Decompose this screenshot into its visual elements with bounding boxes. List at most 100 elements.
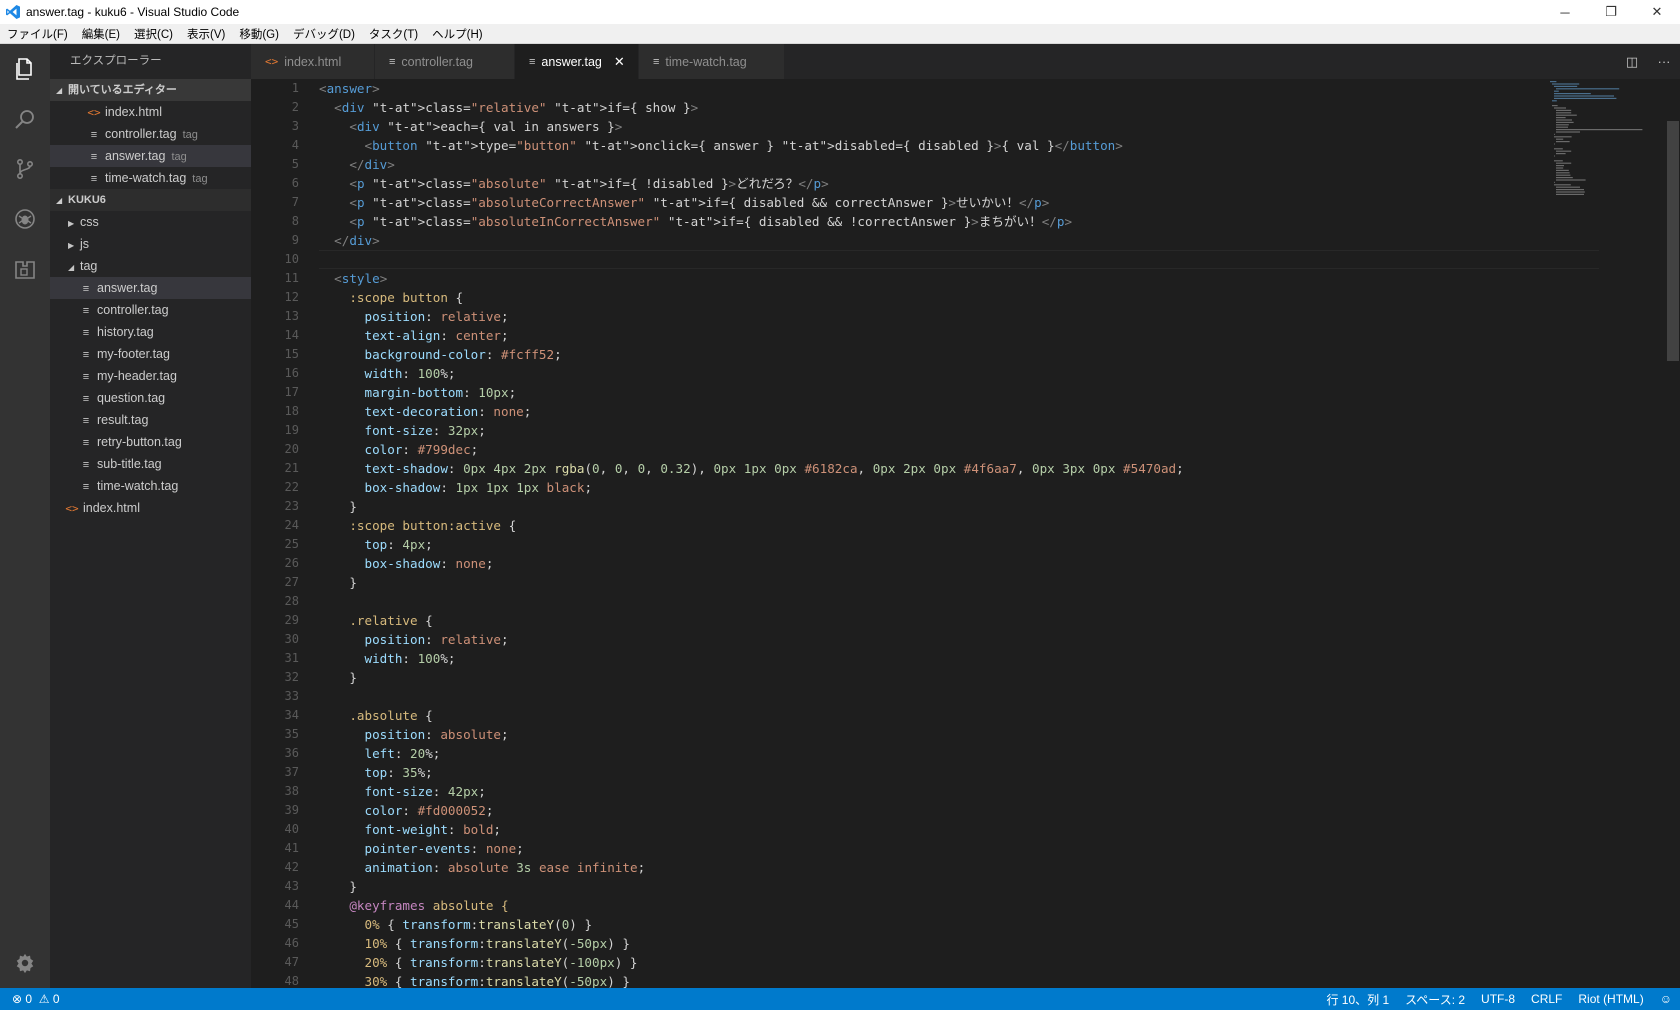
language-mode[interactable]: Riot (HTML) [1570, 992, 1651, 1006]
tab-index-html[interactable]: <> index.html [251, 44, 375, 79]
code-line[interactable]: <div "t-at">each={ val in answers }> [319, 117, 1599, 136]
code-line[interactable]: } [319, 573, 1599, 592]
file-item[interactable]: ≡ history.tag [50, 321, 251, 343]
explorer-icon[interactable] [0, 44, 50, 94]
cursor-position[interactable]: 行 10、列 1 [1318, 991, 1397, 1008]
tab-answer-tag[interactable]: ≡ answer.tag ✕ [515, 44, 639, 79]
code-line[interactable] [319, 687, 1599, 706]
folder-css[interactable]: ▶ css [50, 211, 251, 233]
code-line[interactable] [319, 592, 1599, 611]
menu-debug[interactable]: デバッグ(D) [286, 26, 362, 42]
open-editor-item-active[interactable]: ≡ answer.tag tag [50, 145, 251, 167]
code-line[interactable]: <p "t-at">class="absoluteInCorrectAnswer… [319, 212, 1599, 231]
code-line[interactable]: 0% { transform:translateY(0) } [319, 915, 1599, 934]
vertical-scrollbar[interactable] [1666, 79, 1680, 988]
code-line[interactable]: text-shadow: 0px 4px 2px rgba(0, 0, 0, 0… [319, 459, 1599, 478]
file-item[interactable]: ≡ my-footer.tag [50, 343, 251, 365]
code-line[interactable]: </div> [319, 155, 1599, 174]
open-editor-item[interactable]: ≡ time-watch.tag tag [50, 167, 251, 189]
settings-gear-icon[interactable] [0, 938, 50, 988]
code-line[interactable]: box-shadow: 1px 1px 1px black; [319, 478, 1599, 497]
code-line[interactable]: animation: absolute 3s ease infinite; [319, 858, 1599, 877]
code-line[interactable]: color: #799dec; [319, 440, 1599, 459]
encoding[interactable]: UTF-8 [1473, 992, 1523, 1006]
minimap[interactable] [1546, 79, 1666, 988]
code-line[interactable]: } [319, 668, 1599, 687]
code-line[interactable]: 20% { transform:translateY(-100px) } [319, 953, 1599, 972]
code-line[interactable]: <p "t-at">class="absolute" "t-at">if={ !… [319, 174, 1599, 193]
code-line[interactable]: } [319, 497, 1599, 516]
folder-tag[interactable]: ◢ tag [50, 255, 251, 277]
code-line[interactable]: top: 4px; [319, 535, 1599, 554]
menu-tasks[interactable]: タスク(T) [362, 26, 425, 42]
file-item[interactable]: ≡ retry-button.tag [50, 431, 251, 453]
close-window-icon[interactable]: ✕ [1634, 0, 1680, 24]
file-item[interactable]: ≡ question.tag [50, 387, 251, 409]
code-line[interactable]: position: absolute; [319, 725, 1599, 744]
indentation[interactable]: スペース: 2 [1397, 991, 1473, 1008]
code-line[interactable]: text-decoration: none; [319, 402, 1599, 421]
menu-selection[interactable]: 選択(C) [127, 26, 180, 42]
menu-go[interactable]: 移動(G) [232, 26, 286, 42]
search-icon[interactable] [0, 94, 50, 144]
code-line[interactable]: 30% { transform:translateY(-50px) } [319, 972, 1599, 988]
code-line[interactable]: .relative { [319, 611, 1599, 630]
menu-help[interactable]: ヘルプ(H) [425, 26, 489, 42]
code-line[interactable]: .absolute { [319, 706, 1599, 725]
open-editor-item[interactable]: ≡ controller.tag tag [50, 123, 251, 145]
code-line[interactable]: <style> [319, 269, 1599, 288]
feedback-smiley-icon[interactable]: ☺ [1652, 992, 1680, 1006]
code-line[interactable]: :scope button { [319, 288, 1599, 307]
code-line[interactable]: color: #fd000052; [319, 801, 1599, 820]
menu-view[interactable]: 表示(V) [180, 26, 232, 42]
code-line[interactable]: position: relative; [319, 630, 1599, 649]
file-item[interactable]: ≡ my-header.tag [50, 365, 251, 387]
open-editors-header[interactable]: ◢ 開いているエディター [50, 79, 251, 101]
source-control-icon[interactable] [0, 144, 50, 194]
code-line[interactable]: margin-bottom: 10px; [319, 383, 1599, 402]
code-line[interactable]: box-shadow: none; [319, 554, 1599, 573]
code-line[interactable]: <p "t-at">class="absoluteCorrectAnswer" … [319, 193, 1599, 212]
code-line[interactable]: position: relative; [319, 307, 1599, 326]
code-line[interactable]: width: 100%; [319, 649, 1599, 668]
folder-js[interactable]: ▶ js [50, 233, 251, 255]
close-tab-icon[interactable]: ✕ [614, 54, 625, 70]
file-item[interactable]: ≡ time-watch.tag [50, 475, 251, 497]
code-line[interactable]: background-color: #fcff52; [319, 345, 1599, 364]
menu-edit[interactable]: 編集(E) [75, 26, 127, 42]
file-item[interactable]: ≡ controller.tag [50, 299, 251, 321]
project-header[interactable]: ◢ KUKU6 [50, 189, 251, 211]
code-line[interactable]: font-weight: bold; [319, 820, 1599, 839]
code-line[interactable]: width: 100%; [319, 364, 1599, 383]
code-line[interactable]: pointer-events: none; [319, 839, 1599, 858]
code-line[interactable]: left: 20%; [319, 744, 1599, 763]
restore-icon[interactable]: ❐ [1588, 0, 1634, 24]
scrollbar-thumb[interactable] [1667, 121, 1679, 361]
split-editor-icon[interactable]: ◫ [1616, 54, 1648, 70]
code-line[interactable]: :scope button:active { [319, 516, 1599, 535]
tab-time-watch-tag[interactable]: ≡ time-watch.tag [639, 44, 785, 79]
more-actions-icon[interactable]: ··· [1648, 54, 1680, 69]
code-line[interactable]: text-align: center; [319, 326, 1599, 345]
code-editor[interactable]: 1 2 3 4 5 6 7 8 9 10 11 12 13 14 15 16 17 18 19 20 21 22 23 24 2… [251, 79, 1680, 988]
code-line[interactable]: @keyframes absolute { [319, 896, 1599, 915]
problems-indicator[interactable]: ⊗ 0 ⚠ 0 [0, 992, 60, 1006]
tab-controller-tag[interactable]: ≡ controller.tag [375, 44, 515, 79]
menu-file[interactable]: ファイル(F) [0, 26, 75, 42]
end-of-line[interactable]: CRLF [1523, 992, 1570, 1006]
code-line[interactable] [319, 250, 1599, 269]
code-line[interactable]: font-size: 42px; [319, 782, 1599, 801]
code-line[interactable]: } [319, 877, 1599, 896]
file-item-active[interactable]: ≡ answer.tag [50, 277, 251, 299]
open-editor-item[interactable]: <> index.html [50, 101, 251, 123]
code-line[interactable]: 10% { transform:translateY(-50px) } [319, 934, 1599, 953]
code-line[interactable]: <button "t-at">type="button" "t-at">oncl… [319, 136, 1599, 155]
code-content[interactable]: <answer> <div "t-at">class="relative" "t… [319, 79, 1599, 988]
code-line[interactable]: <answer> [319, 79, 1599, 98]
file-item[interactable]: <> index.html [50, 497, 251, 519]
extensions-icon[interactable] [0, 244, 50, 294]
code-line[interactable]: font-size: 32px; [319, 421, 1599, 440]
file-item[interactable]: ≡ sub-title.tag [50, 453, 251, 475]
code-line[interactable]: top: 35%; [319, 763, 1599, 782]
code-line[interactable]: </div> [319, 231, 1599, 250]
